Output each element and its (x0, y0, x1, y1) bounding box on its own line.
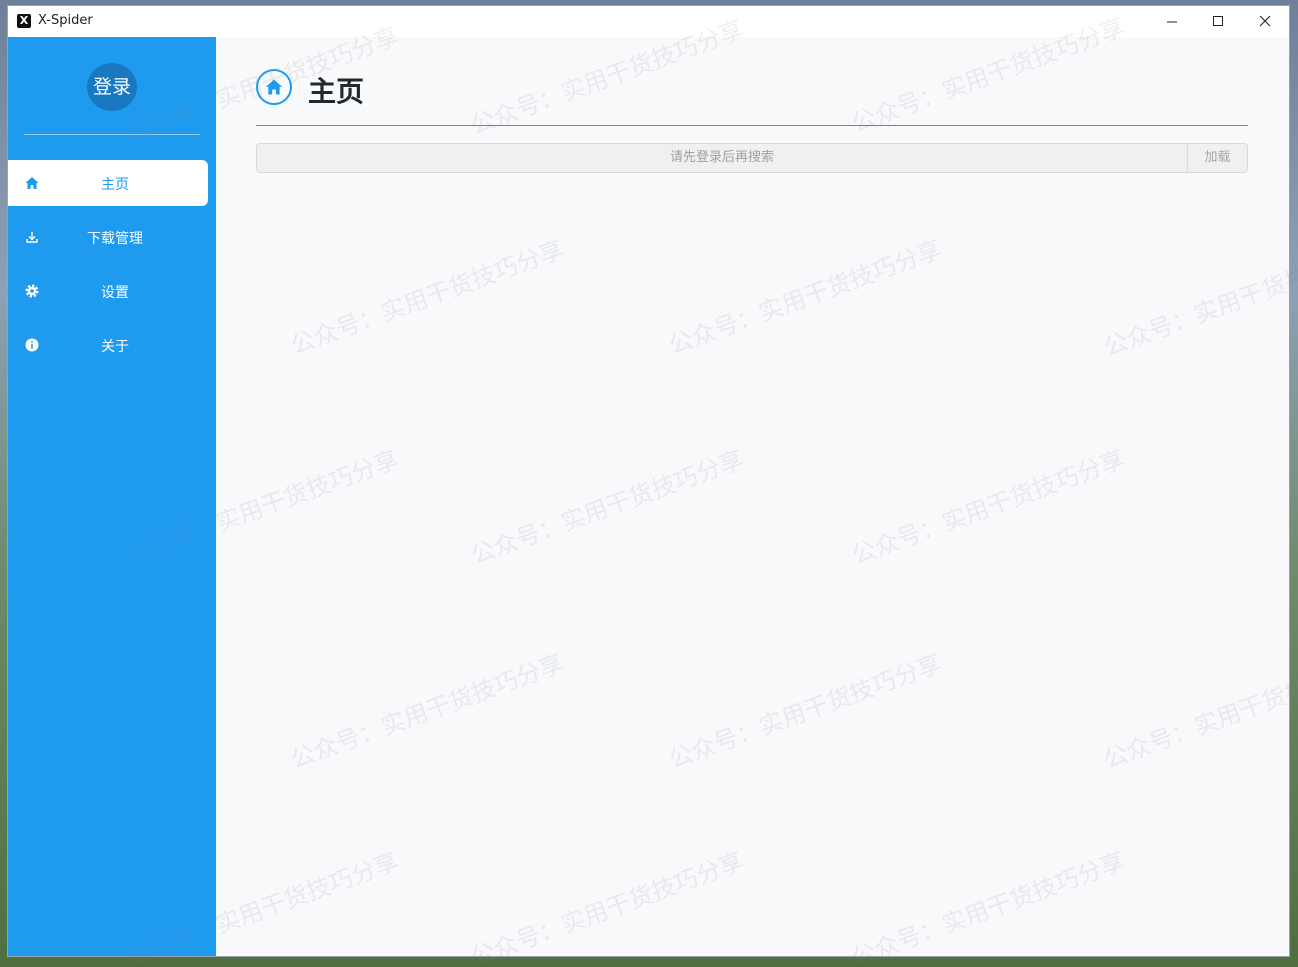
sidebar-item-label: 主页 (101, 177, 129, 193)
load-button[interactable]: 加载 (1188, 143, 1248, 173)
main-content: 主页 请先登录后再搜索 加载 (216, 37, 1289, 956)
sidebar-item-label: 关于 (101, 339, 129, 355)
window-title: X-Spider (38, 13, 93, 28)
sidebar-item-about[interactable]: 关于 (8, 322, 208, 368)
app-icon: X (17, 14, 31, 28)
sidebar-item-label: 下载管理 (87, 231, 143, 247)
sidebar-item-settings[interactable]: 设置 (8, 268, 208, 314)
login-button[interactable]: 登录 (87, 63, 137, 111)
close-button[interactable] (1242, 6, 1288, 37)
sidebar-item-download[interactable]: 下载管理 (8, 214, 208, 260)
app-window: X X-Spider 登录 主页 下载管理 设置 关于 主页 请先登录后再搜索 … (8, 6, 1289, 956)
sidebar-item-label: 设置 (101, 285, 129, 301)
page-title: 主页 (308, 75, 365, 108)
sidebar: 登录 主页 下载管理 设置 关于 (8, 37, 216, 956)
page-home-badge (256, 69, 292, 105)
minimize-button[interactable] (1149, 6, 1195, 37)
title-bar[interactable]: X X-Spider (8, 6, 1289, 37)
maximize-button[interactable] (1195, 6, 1241, 37)
sidebar-item-home[interactable]: 主页 (8, 160, 208, 206)
maximize-icon (1212, 16, 1223, 26)
search-input[interactable]: 请先登录后再搜索 (256, 143, 1188, 173)
header-divider (256, 125, 1248, 126)
home-icon (265, 79, 283, 95)
sidebar-divider (24, 134, 200, 135)
minimize-icon (1166, 21, 1177, 23)
close-icon (1259, 16, 1270, 27)
